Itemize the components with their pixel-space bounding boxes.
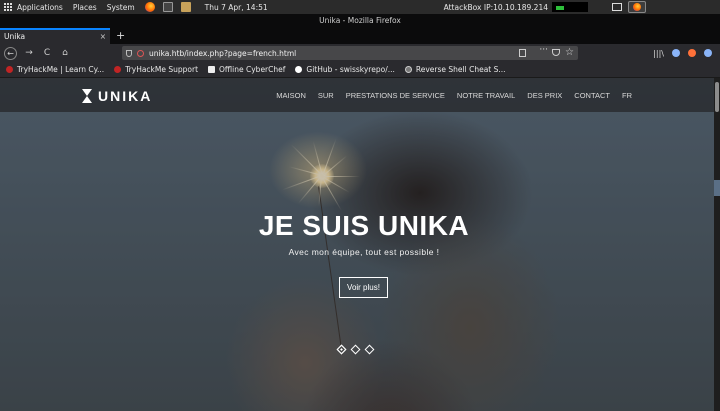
bookmark-tryhackme-support[interactable]: TryHackMe Support — [114, 65, 198, 74]
applications-menu[interactable]: Applications — [17, 3, 63, 12]
terminal-launcher-icon[interactable] — [162, 2, 173, 12]
os-top-panel: Applications Places System Thu 7 Apr, 14… — [0, 0, 720, 14]
pocket-icon[interactable] — [552, 49, 560, 56]
forward-button[interactable]: → — [23, 48, 35, 58]
nav-sur[interactable]: SUR — [318, 91, 334, 100]
carousel-indicators — [336, 344, 380, 355]
reload-button[interactable]: C — [41, 48, 53, 58]
nav-des-prix[interactable]: DES PRIX — [527, 91, 562, 100]
url-bar[interactable]: unika.htb/index.php?page=french.html ···… — [122, 45, 578, 60]
github-icon — [295, 66, 303, 73]
site-logo[interactable]: UNIKA — [82, 88, 152, 104]
attackbox-ip: AttackBox IP:10.10.189.214 — [443, 2, 548, 12]
network-monitor-icon — [552, 2, 588, 12]
tab-strip: Unika × + — [0, 28, 720, 44]
sidebar-icon[interactable] — [672, 49, 680, 57]
chef-icon — [208, 66, 216, 73]
logo-text: UNIKA — [98, 88, 153, 104]
text-editor-launcher-icon[interactable] — [180, 2, 191, 12]
site-menu: MAISON SUR PRESTATIONS DE SERVICE NOTRE … — [264, 78, 632, 112]
url-text[interactable]: unika.htb/index.php?page=french.html — [149, 49, 296, 58]
applications-grid-icon[interactable] — [4, 2, 13, 12]
bookmark-label: TryHackMe Support — [125, 65, 199, 74]
places-menu[interactable]: Places — [73, 3, 97, 12]
close-tab-icon[interactable]: × — [100, 30, 106, 43]
bookmark-cyberchef[interactable]: Offline CyberChef — [208, 65, 285, 74]
bookmark-tryhackme-learn[interactable]: TryHackMe | Learn Cy... — [6, 65, 104, 74]
tracking-shield-icon[interactable] — [126, 49, 132, 57]
carousel-dot-1[interactable] — [336, 344, 347, 355]
nav-maison[interactable]: MAISON — [276, 91, 306, 100]
reader-view-icon[interactable] — [519, 49, 526, 57]
carousel-dot-3[interactable] — [364, 344, 375, 355]
bookmark-label: Reverse Shell Cheat S... — [415, 65, 506, 74]
clock[interactable]: Thu 7 Apr, 14:51 — [205, 3, 268, 12]
firefox-icon — [633, 3, 641, 11]
extension-icon[interactable] — [704, 49, 712, 57]
bookmark-label: Offline CyberChef — [219, 65, 286, 74]
navigation-toolbar: ← → C ⌂ unika.htb/index.php?page=french.… — [0, 44, 720, 62]
bookmark-label: GitHub - swisskyrepo/... — [306, 65, 395, 74]
nav-prestations[interactable]: PRESTATIONS DE SERVICE — [346, 91, 445, 100]
window-title: Unika - Mozilla Firefox — [0, 14, 720, 28]
globe-icon — [404, 66, 412, 73]
tryhackme-icon — [114, 66, 122, 73]
nav-contact[interactable]: CONTACT — [574, 91, 610, 100]
side-panel-handle[interactable] — [714, 180, 720, 196]
tab-unika[interactable]: Unika × — [0, 28, 110, 44]
show-desktop-icon[interactable] — [612, 3, 622, 11]
system-menu[interactable]: System — [107, 3, 135, 12]
page-actions-button[interactable]: ··· — [539, 45, 548, 55]
page-scrollbar[interactable] — [714, 78, 720, 411]
hero-title: JE SUIS UNIKA — [258, 210, 470, 241]
hero-background-image — [0, 78, 714, 411]
firefox-launcher-icon[interactable] — [144, 2, 155, 12]
home-button[interactable]: ⌂ — [59, 48, 71, 58]
tryhackme-icon — [6, 66, 13, 73]
nav-notre-travail[interactable]: NOTRE TRAVAIL — [457, 91, 515, 100]
voir-plus-button[interactable]: Voir plus! — [339, 277, 388, 298]
toolbar-right: |||\ — [653, 44, 720, 62]
scrollbar-thumb[interactable] — [715, 82, 719, 112]
tab-title: Unika — [4, 32, 26, 41]
site-info-icon[interactable] — [137, 49, 144, 57]
bookmarks-bar: TryHackMe | Learn Cy... TryHackMe Suppor… — [0, 62, 720, 78]
firefox-taskbar-button[interactable] — [628, 1, 646, 13]
bookmark-star-icon[interactable]: ☆ — [565, 46, 574, 60]
bookmark-reverse-shell[interactable]: Reverse Shell Cheat S... — [404, 65, 506, 74]
new-tab-button[interactable]: + — [116, 28, 125, 43]
nav-language-fr[interactable]: FR — [622, 91, 632, 100]
bookmark-github[interactable]: GitHub - swisskyrepo/... — [295, 65, 395, 74]
bookmark-label: TryHackMe | Learn Cy... — [17, 65, 105, 74]
site-navbar: UNIKA MAISON SUR PRESTATIONS DE SERVICE … — [0, 78, 714, 112]
hourglass-logo-icon — [82, 89, 92, 103]
library-button[interactable]: |||\ — [653, 49, 664, 58]
hero-subtitle: Avec mon équipe, tout est possible ! — [288, 247, 440, 257]
firefox-account-icon[interactable] — [688, 49, 696, 57]
carousel-dot-2[interactable] — [350, 344, 361, 355]
back-button[interactable]: ← — [4, 46, 17, 60]
page-viewport: UNIKA MAISON SUR PRESTATIONS DE SERVICE … — [0, 78, 714, 411]
